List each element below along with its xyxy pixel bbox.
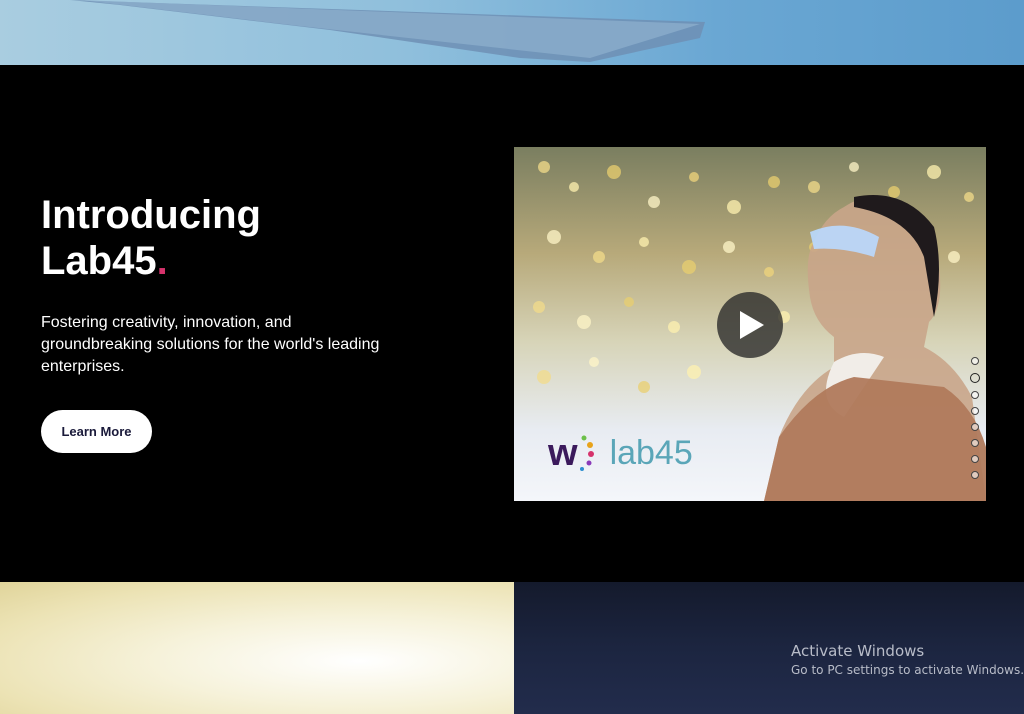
- carousel-dot-active[interactable]: [970, 373, 980, 383]
- hero-title: Introducing Lab45.: [41, 192, 261, 284]
- logo-text: lab45: [609, 434, 693, 472]
- lab45-logo: w lab45: [548, 433, 693, 473]
- carousel-dot[interactable]: [971, 455, 979, 463]
- top-banner-image: [0, 0, 1024, 65]
- carousel-dot[interactable]: [971, 407, 979, 415]
- carousel-dot[interactable]: [971, 423, 979, 431]
- bottom-right-panel: [514, 582, 1024, 714]
- hero-title-line2: Lab45: [41, 239, 157, 283]
- bottom-left-panel: [0, 582, 514, 714]
- carousel-dot[interactable]: [971, 357, 979, 365]
- play-button[interactable]: [717, 292, 783, 358]
- activate-windows-title: Activate Windows: [791, 642, 925, 660]
- hero-description: Fostering creativity, innovation, and gr…: [41, 314, 380, 375]
- logo-mark: w: [548, 432, 578, 474]
- video-player[interactable]: w lab45: [514, 147, 986, 501]
- hero-title-line1: Introducing: [41, 193, 261, 237]
- hero-section: Introducing Lab45. Fostering creativity,…: [0, 65, 1024, 582]
- carousel-dot[interactable]: [971, 471, 979, 479]
- activate-windows-subtitle: Go to PC settings to activate Windows.: [791, 663, 1024, 677]
- logo-dots-icon: [579, 435, 594, 471]
- learn-more-button[interactable]: Learn More: [41, 410, 152, 453]
- carousel-dot[interactable]: [971, 439, 979, 447]
- carousel-dots: [968, 357, 982, 487]
- carousel-dot[interactable]: [971, 391, 979, 399]
- banner-shape: [70, 0, 705, 62]
- play-icon: [740, 311, 764, 339]
- hero-title-dot: .: [156, 239, 168, 283]
